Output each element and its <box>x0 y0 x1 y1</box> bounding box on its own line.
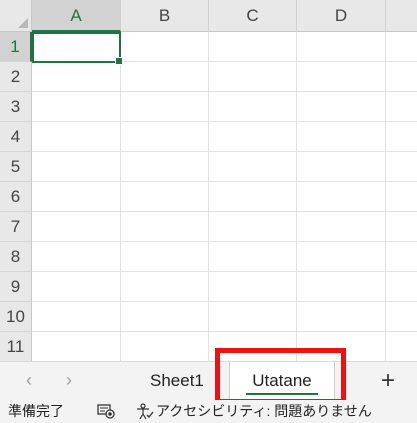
cell[interactable] <box>209 332 297 361</box>
cell[interactable] <box>209 302 297 332</box>
cell[interactable] <box>121 92 209 122</box>
cell[interactable] <box>297 32 386 62</box>
cell[interactable] <box>121 32 209 62</box>
cell[interactable] <box>297 302 386 332</box>
cell[interactable] <box>209 122 297 152</box>
cell[interactable] <box>121 332 209 361</box>
cell[interactable] <box>32 302 121 332</box>
accessibility-status-text[interactable]: アクセシビリティ: 問題ありません <box>156 400 372 423</box>
column-header-d[interactable]: D <box>297 0 386 32</box>
cell[interactable] <box>209 182 297 212</box>
cell[interactable] <box>32 212 121 242</box>
cell[interactable] <box>32 242 121 272</box>
cell[interactable] <box>297 62 386 92</box>
cell[interactable] <box>209 32 297 62</box>
cell[interactable] <box>386 302 417 332</box>
cell[interactable] <box>297 332 386 361</box>
sheet-tab-bar: ‹ › Sheet1 Utatane + <box>0 361 417 400</box>
column-header-partial[interactable] <box>386 0 417 32</box>
active-tab-underline <box>246 393 318 395</box>
row-header-5[interactable]: 5 <box>0 152 32 182</box>
cell[interactable] <box>297 182 386 212</box>
cell[interactable] <box>209 242 297 272</box>
cell[interactable] <box>386 332 417 361</box>
cell[interactable] <box>386 152 417 182</box>
chevron-left-icon[interactable]: ‹ <box>26 370 32 390</box>
tab-sheet1[interactable]: Sheet1 <box>150 362 204 400</box>
cell[interactable] <box>121 212 209 242</box>
row-header-4[interactable]: 4 <box>0 122 32 152</box>
status-bar: 準備完了 アクセシビリティ: 問題ありません <box>0 400 417 423</box>
cell[interactable] <box>386 182 417 212</box>
cell[interactable] <box>121 242 209 272</box>
cell[interactable] <box>297 152 386 182</box>
tab-utatane-label: Utatane <box>252 371 312 390</box>
select-all-triangle-icon <box>18 18 28 28</box>
cell[interactable] <box>386 92 417 122</box>
cell[interactable] <box>121 182 209 212</box>
row-header-3[interactable]: 3 <box>0 92 32 122</box>
row-header-6[interactable]: 6 <box>0 182 32 212</box>
cell[interactable] <box>297 212 386 242</box>
row-header-10[interactable]: 10 <box>0 302 32 332</box>
column-header-b[interactable]: B <box>121 0 209 32</box>
add-sheet-button[interactable]: + <box>381 366 395 396</box>
cell[interactable] <box>386 272 417 302</box>
cell[interactable] <box>32 332 121 361</box>
cell[interactable] <box>297 272 386 302</box>
cell[interactable] <box>297 122 386 152</box>
accessibility-icon[interactable] <box>136 403 154 420</box>
cell[interactable] <box>121 302 209 332</box>
row-header-8[interactable]: 8 <box>0 242 32 272</box>
row-header-9[interactable]: 9 <box>0 272 32 302</box>
cell[interactable] <box>32 272 121 302</box>
cell[interactable] <box>121 62 209 92</box>
cell[interactable] <box>32 152 121 182</box>
cell[interactable] <box>386 62 417 92</box>
row-header-11[interactable]: 11 <box>0 332 32 361</box>
chevron-right-icon[interactable]: › <box>66 370 72 390</box>
row-header-2[interactable]: 2 <box>0 62 32 92</box>
row-header-1[interactable]: 1 <box>0 32 32 62</box>
cell[interactable] <box>209 212 297 242</box>
select-all-button[interactable] <box>0 0 32 32</box>
macro-record-icon[interactable] <box>97 404 115 419</box>
cell[interactable] <box>209 62 297 92</box>
active-cell-selection[interactable] <box>32 32 123 65</box>
cell[interactable] <box>209 152 297 182</box>
row-header-7[interactable]: 7 <box>0 212 32 242</box>
status-ready-text: 準備完了 <box>8 403 64 419</box>
cell[interactable] <box>121 122 209 152</box>
column-header-c[interactable]: C <box>209 0 297 32</box>
spreadsheet-grid[interactable]: A B C D 1 2 3 4 5 6 7 8 9 10 11 <box>0 0 417 361</box>
fill-handle[interactable] <box>115 57 123 65</box>
cell[interactable] <box>386 242 417 272</box>
cell[interactable] <box>386 32 417 62</box>
cell[interactable] <box>32 182 121 212</box>
cell[interactable] <box>121 272 209 302</box>
cell[interactable] <box>121 152 209 182</box>
column-header-a[interactable]: A <box>32 0 121 32</box>
cell[interactable] <box>32 122 121 152</box>
cell[interactable] <box>209 92 297 122</box>
cell[interactable] <box>32 62 121 92</box>
tab-utatane[interactable]: Utatane <box>229 362 335 399</box>
cell[interactable] <box>386 212 417 242</box>
cell[interactable] <box>297 92 386 122</box>
cell[interactable] <box>209 272 297 302</box>
cell[interactable] <box>386 122 417 152</box>
cell[interactable] <box>32 92 121 122</box>
cell[interactable] <box>297 242 386 272</box>
